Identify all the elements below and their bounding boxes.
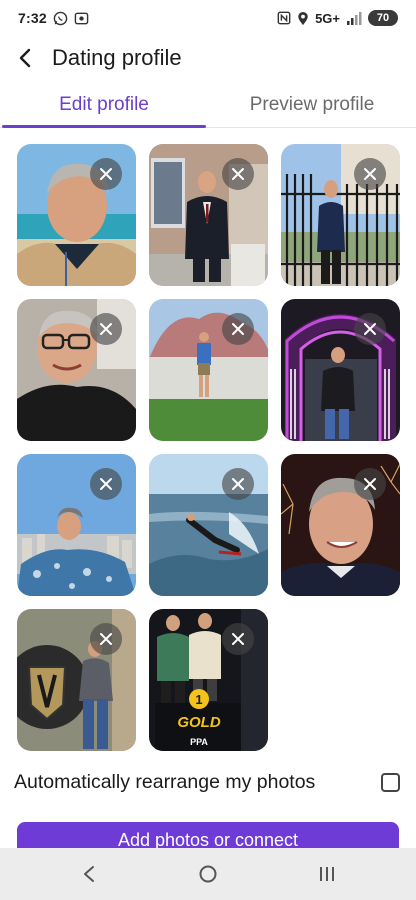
profile-photo-4[interactable]: [17, 299, 136, 441]
close-icon: [364, 478, 376, 490]
tab-preview-profile[interactable]: Preview profile: [208, 82, 416, 127]
nav-home-button[interactable]: [178, 854, 238, 894]
remove-photo-button[interactable]: [90, 468, 122, 500]
status-bar: 7:32 5G+ 70: [0, 0, 416, 36]
empty-photo-slot: [281, 609, 400, 751]
nfc-icon: [277, 11, 291, 25]
nav-recents-button[interactable]: [297, 854, 357, 894]
nav-back-button[interactable]: [59, 854, 119, 894]
profile-photo-3[interactable]: [281, 144, 400, 286]
close-icon: [232, 633, 244, 645]
medal-number: 1: [195, 692, 202, 707]
close-icon: [100, 168, 112, 180]
battery-level: 70: [376, 12, 390, 24]
system-nav-bar: [0, 848, 416, 900]
ppa-label: PPA: [190, 737, 208, 747]
profile-photo-1[interactable]: [17, 144, 136, 286]
whatsapp-icon: [53, 11, 68, 26]
auto-rearrange-row[interactable]: Automatically rearrange my photos: [14, 765, 406, 799]
profile-photo-10[interactable]: [17, 609, 136, 751]
tab-bar: Edit profile Preview profile: [0, 82, 416, 128]
close-icon: [100, 478, 112, 490]
status-right: 5G+ 70: [277, 10, 398, 26]
close-icon: [232, 323, 244, 335]
auto-rearrange-label: Automatically rearrange my photos: [14, 770, 316, 793]
remove-photo-button[interactable]: [354, 158, 386, 190]
remove-photo-button[interactable]: [354, 468, 386, 500]
battery-icon: 70: [368, 10, 398, 26]
profile-photo-8[interactable]: [149, 454, 268, 596]
remove-photo-button[interactable]: [222, 623, 254, 655]
location-icon: [297, 11, 309, 26]
remove-photo-button[interactable]: [90, 158, 122, 190]
profile-photo-2[interactable]: [149, 144, 268, 286]
close-icon: [100, 323, 112, 335]
profile-photo-9[interactable]: [281, 454, 400, 596]
remove-photo-button[interactable]: [222, 158, 254, 190]
close-icon: [232, 168, 244, 180]
signal-icon: [346, 11, 362, 25]
tab-edit-profile[interactable]: Edit profile: [0, 82, 208, 128]
profile-photo-7[interactable]: [17, 454, 136, 596]
remove-photo-button[interactable]: [222, 313, 254, 345]
screen-record-icon: [74, 11, 89, 26]
page-title: Dating profile: [52, 45, 182, 70]
profile-photo-11[interactable]: 1 GOLD PPA: [149, 609, 268, 751]
remove-photo-button[interactable]: [90, 623, 122, 655]
photo-grid: 1 GOLD PPA: [17, 144, 400, 751]
header: Dating profile: [0, 36, 416, 80]
status-left: 7:32: [18, 10, 89, 26]
back-arrow-icon: [19, 48, 31, 68]
profile-photo-5[interactable]: [149, 299, 268, 441]
close-icon: [100, 633, 112, 645]
close-icon: [364, 168, 376, 180]
auto-rearrange-checkbox[interactable]: [381, 772, 400, 792]
status-time: 7:32: [18, 10, 47, 26]
profile-photo-6[interactable]: [281, 299, 400, 441]
close-icon: [232, 478, 244, 490]
remove-photo-button[interactable]: [354, 313, 386, 345]
back-button[interactable]: [0, 36, 52, 80]
nav-recents-icon: [319, 867, 334, 881]
remove-photo-button[interactable]: [90, 313, 122, 345]
gold-label: GOLD: [177, 714, 220, 731]
nav-home-icon: [199, 865, 217, 883]
screen: 7:32 5G+ 70 Dating profile Edit profile …: [0, 0, 416, 900]
network-label: 5G+: [315, 10, 340, 26]
nav-back-icon: [84, 866, 95, 882]
close-icon: [364, 323, 376, 335]
remove-photo-button[interactable]: [222, 468, 254, 500]
